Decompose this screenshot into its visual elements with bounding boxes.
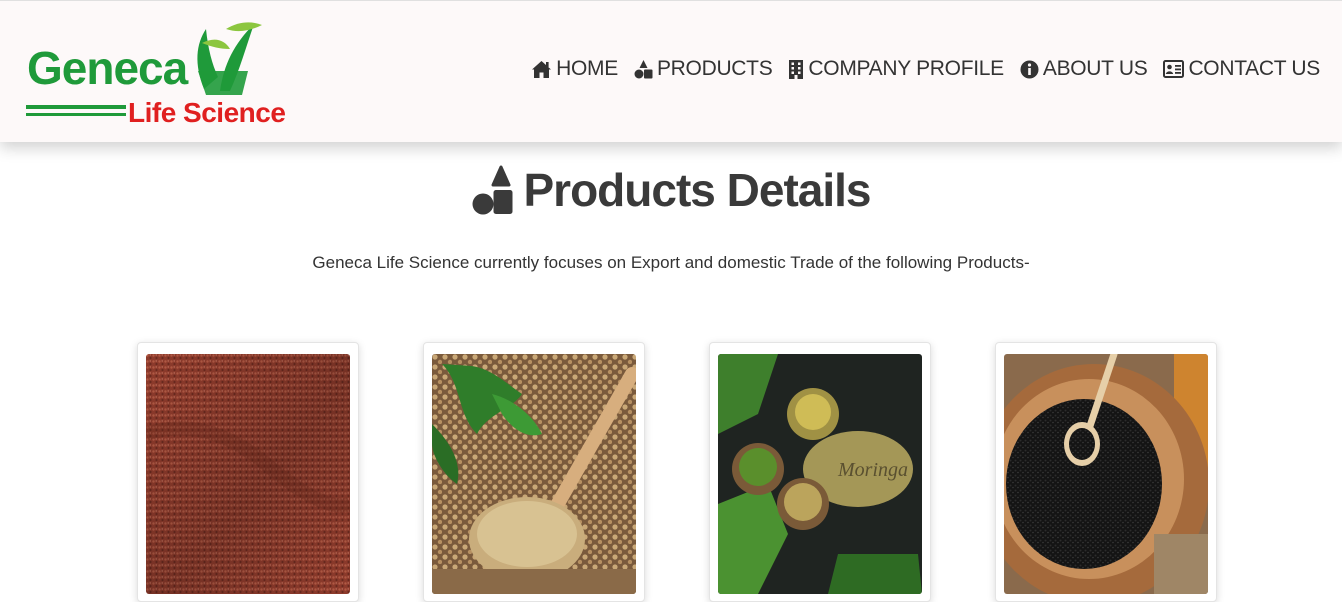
brand-logo[interactable]: Geneca Life Science (24, 19, 304, 129)
nav-products[interactable]: PRODUCTS (634, 57, 773, 81)
nav-company-profile-label: COMPANY PROFILE (808, 57, 1004, 80)
product-card[interactable] (995, 342, 1217, 602)
nav-contact-us[interactable]: CONTACT US (1163, 57, 1320, 81)
moringa-powder-image: Moringa (718, 354, 922, 594)
logo-stripe (26, 113, 126, 116)
brand-name-bottom: Life Science (128, 97, 286, 128)
info-circle-icon (1020, 60, 1039, 78)
black-seeds-image (1004, 354, 1208, 594)
product-card[interactable] (137, 342, 359, 602)
coriander-powder-image (432, 354, 636, 594)
leaf-logo-icon (197, 22, 262, 95)
address-card-icon (1163, 60, 1185, 78)
logo-stripe (26, 105, 126, 109)
home-icon (532, 60, 552, 78)
building-icon (789, 59, 804, 79)
nav-company-profile[interactable]: COMPANY PROFILE (788, 57, 1004, 81)
shapes-icon (634, 60, 653, 79)
product-list: Moringa (137, 342, 1217, 602)
svg-text:Moringa: Moringa (837, 459, 908, 481)
nav-products-label: PRODUCTS (656, 57, 773, 80)
nav-contact-us-label: CONTACT US (1188, 57, 1320, 80)
page-title: Products Details (523, 164, 872, 216)
intro-text: Geneca Life Science currently focuses on… (312, 253, 1030, 272)
brand-name-top: Geneca (27, 42, 188, 94)
nav-home[interactable]: HOME (531, 57, 618, 81)
nav-about-us[interactable]: ABOUT US (1020, 57, 1148, 81)
main-nav: HOME PRODUCTS COMPANY PROFILE ABOUT US C… (531, 57, 1320, 81)
shapes-icon (472, 165, 512, 215)
page-heading: Products Details (0, 163, 1342, 217)
nav-home-label: HOME (556, 57, 618, 80)
site-header: Geneca Life Science HOME PRODUCTS COMPAN… (0, 0, 1342, 142)
product-card[interactable] (423, 342, 645, 602)
product-card[interactable]: Moringa (709, 342, 931, 602)
red-seeds-image (146, 354, 350, 594)
nav-about-us-label: ABOUT US (1042, 57, 1148, 80)
